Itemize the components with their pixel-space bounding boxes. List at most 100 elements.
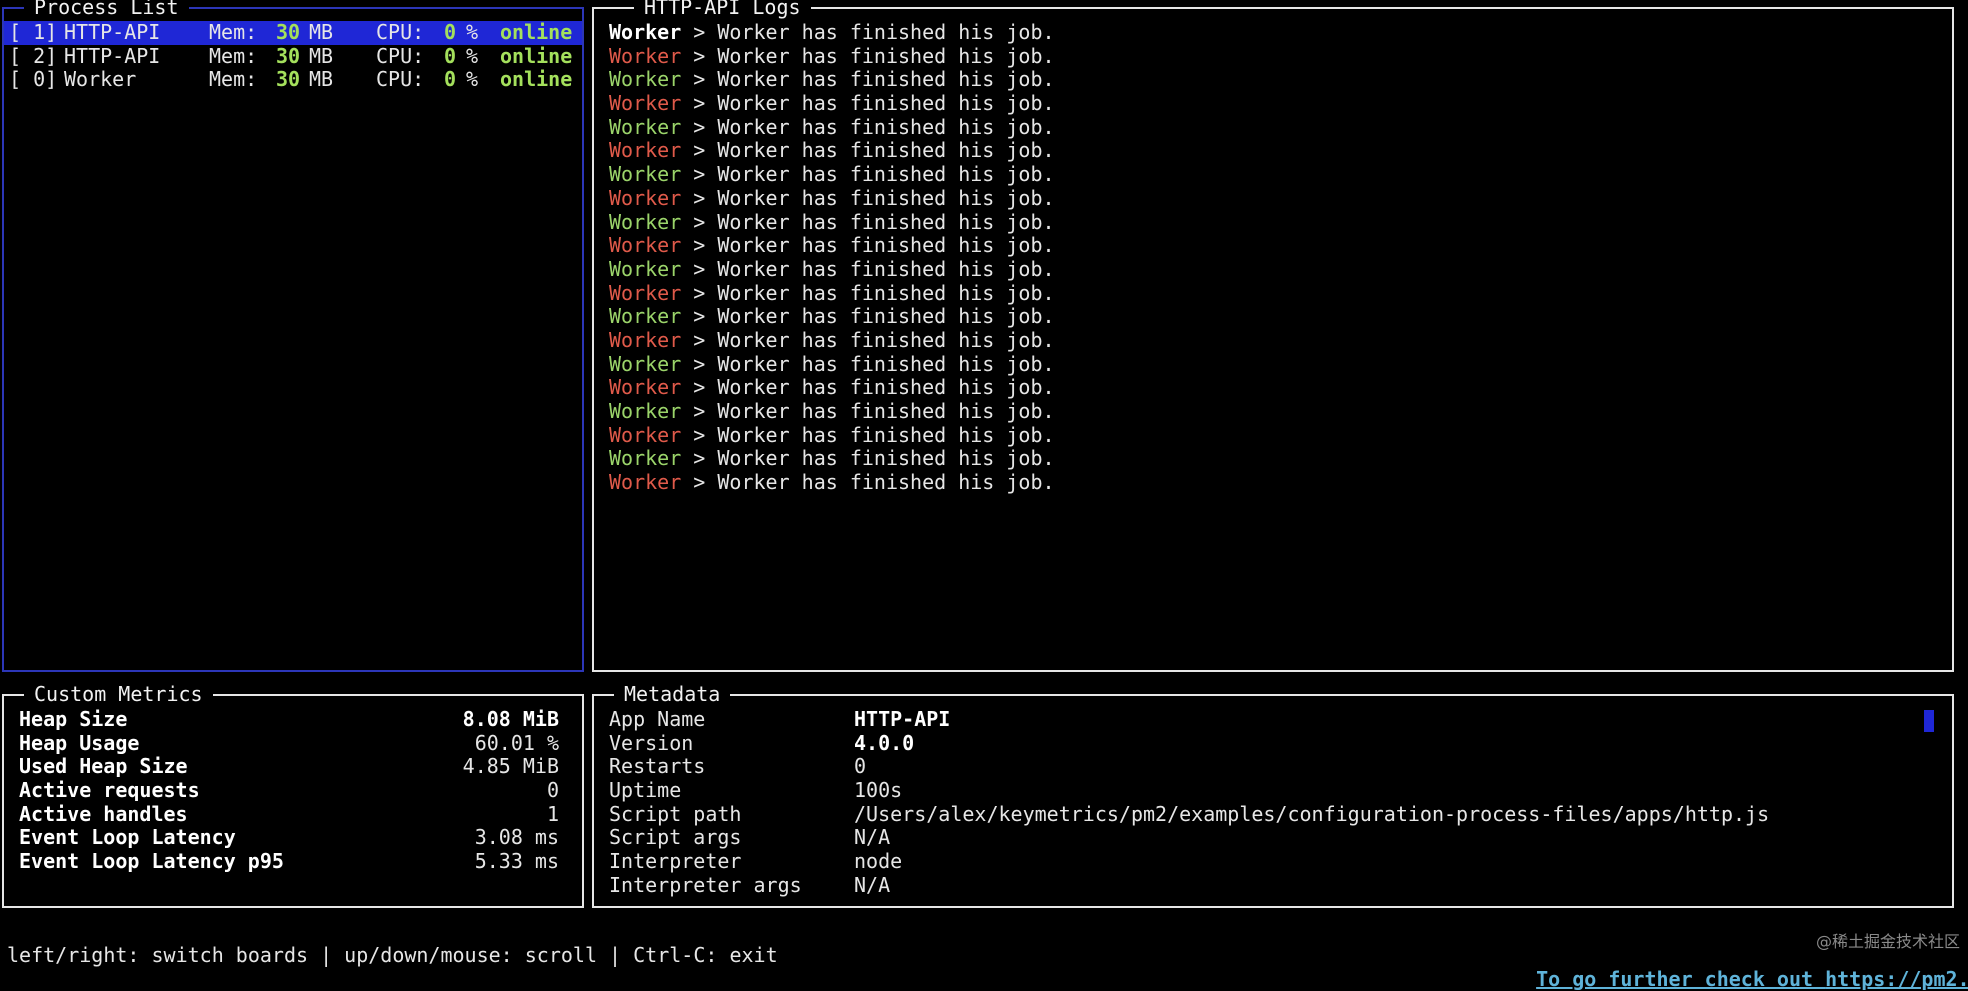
log-separator: > — [693, 422, 706, 447]
log-source: Worker — [609, 233, 682, 258]
metadata-panel[interactable]: Metadata App Name HTTP-API Version 4.0.0 Res… — [592, 682, 1954, 908]
mem-value: 30 — [276, 67, 301, 92]
log-source: Worker — [609, 470, 682, 495]
process-name: HTTP-API — [64, 20, 161, 44]
log-source: Worker — [609, 162, 682, 187]
log-separator: > — [693, 91, 706, 116]
log-separator: > — [693, 20, 706, 44]
metadata-row: Uptime 100s — [609, 778, 1809, 803]
log-source: Worker — [609, 209, 682, 234]
metadata-value: 100s — [854, 778, 903, 803]
metadata-rows: App Name HTTP-API Version 4.0.0 Restarts 0 Upt… — [609, 707, 1809, 898]
process-list-rows: [ 1] HTTP-API Mem: 30 MB CPU: 0% online[ 2] HTTP… — [4, 20, 582, 92]
metadata-row: Restarts 0 — [609, 755, 1809, 779]
log-message: Worker has finished his job. — [717, 422, 1055, 447]
metric-label: Event Loop Latency — [19, 825, 236, 850]
log-source: Worker — [609, 375, 682, 400]
mem-unit: MB — [309, 20, 334, 44]
metadata-value: HTTP-API — [854, 707, 951, 731]
log-separator: > — [693, 280, 706, 305]
process-row[interactable]: [ 0] Worker Mem: 30 MB CPU: 0% online — [4, 68, 582, 92]
log-message: Worker has finished his job. — [717, 470, 1055, 495]
log-line: Worker > Worker has finished his job. — [609, 185, 1055, 211]
promo-link[interactable]: https://pm2.io/ — [1825, 967, 1968, 991]
log-separator: > — [693, 399, 706, 423]
log-separator: > — [693, 209, 706, 234]
status-badge: online — [500, 43, 573, 68]
process-list-panel[interactable]: Process List [ 1] HTTP-API Mem: 30 MB CPU: 0% o… — [2, 0, 584, 672]
custom-metrics-panel[interactable]: Custom Metrics Heap Size 8.08 MiB Heap Usa… — [2, 682, 584, 908]
status-badge: online — [500, 20, 573, 44]
log-separator: > — [693, 185, 706, 210]
log-line: Worker > Worker has finished his job. — [609, 233, 1055, 258]
metric-row: Heap Usage 60.01 % — [19, 730, 559, 756]
metric-row: Event Loop Latency p95 5.33 ms — [19, 849, 559, 874]
log-separator: > — [693, 43, 706, 68]
metric-label: Used Heap Size — [19, 754, 188, 779]
mem-label: Mem: — [209, 43, 258, 68]
log-separator: > — [693, 375, 706, 400]
log-message: Worker has finished his job. — [717, 304, 1055, 329]
log-source: Worker — [609, 351, 682, 376]
log-message: Worker has finished his job. — [717, 256, 1055, 281]
log-source: Worker — [609, 304, 682, 329]
status-badge: online — [500, 67, 573, 92]
metadata-value: N/A — [854, 825, 891, 850]
log-message: Worker has finished his job. — [717, 20, 1055, 44]
log-line: Worker > Worker has finished his job. — [609, 209, 1055, 235]
logs-panel[interactable]: HTTP-API Logs Worker > Worker has finish… — [592, 0, 1954, 672]
metric-value: 60.01 % — [474, 730, 559, 755]
metadata-value: node — [854, 849, 903, 874]
metadata-key: Version — [609, 730, 694, 755]
metadata-key: Script path — [609, 801, 742, 826]
log-separator: > — [693, 327, 706, 352]
log-separator: > — [693, 351, 706, 376]
metadata-row: Script args N/A — [609, 826, 1809, 850]
log-message: Worker has finished his job. — [717, 67, 1055, 92]
metric-row: Used Heap Size 4.85 MiB — [19, 755, 559, 779]
scroll-cursor[interactable] — [1924, 710, 1934, 732]
metric-rows: Heap Size 8.08 MiB Heap Usage 60.01 % Used H… — [19, 707, 559, 874]
mem-unit: MB — [309, 67, 334, 92]
metadata-row: App Name HTTP-API — [609, 707, 1809, 732]
watermark: @稀土掘金技术社区 — [1815, 932, 1960, 951]
process-id: [ 1] — [9, 20, 58, 44]
mem-label: Mem: — [209, 67, 258, 92]
metadata-key: Interpreter args — [609, 872, 802, 897]
mem-unit: MB — [309, 43, 334, 68]
process-row[interactable]: [ 1] HTTP-API Mem: 30 MB CPU: 0% online — [4, 20, 582, 45]
log-source: Worker — [609, 43, 682, 68]
metric-value: 3.08 ms — [474, 825, 559, 850]
help-text: left/right: switch boards | up/down/mous… — [7, 943, 778, 967]
log-message: Worker has finished his job. — [717, 91, 1055, 116]
metric-value: 8.08 MiB — [462, 707, 559, 731]
mem-value: 30 — [276, 20, 301, 44]
log-source: Worker — [609, 114, 682, 139]
cpu-unit: % — [466, 67, 479, 92]
log-lines: Worker > Worker has finished his job. Wor… — [609, 20, 1055, 495]
log-separator: > — [693, 114, 706, 139]
cpu-label: CPU: — [376, 20, 425, 44]
metadata-title: Metadata — [614, 682, 731, 706]
mem-value: 30 — [276, 43, 301, 68]
log-source: Worker — [609, 399, 682, 423]
promo-text: To go further check out — [1536, 966, 1826, 991]
log-message: Worker has finished his job. — [717, 351, 1055, 376]
metric-value: 1 — [546, 801, 559, 826]
log-source: Worker — [609, 256, 682, 281]
log-line: Worker > Worker has finished his job. — [609, 399, 1055, 424]
metadata-key: Script args — [609, 825, 742, 850]
metadata-row: Script path/Users/alex/keymetrics/pm2/ex… — [609, 801, 1809, 827]
log-separator: > — [693, 470, 706, 495]
log-source: Worker — [609, 67, 682, 92]
log-message: Worker has finished his job. — [717, 162, 1055, 187]
log-line: Worker > Worker has finished his job. — [609, 280, 1055, 306]
log-message: Worker has finished his job. — [717, 327, 1055, 352]
metadata-row: Version 4.0.0 — [609, 730, 1809, 756]
log-message: Worker has finished his job. — [717, 233, 1055, 258]
process-row[interactable]: [ 2] HTTP-API Mem: 30 MB CPU: 0% online — [4, 43, 582, 69]
metadata-key: Interpreter — [609, 849, 742, 874]
log-separator: > — [693, 233, 706, 258]
log-separator: > — [693, 304, 706, 329]
metric-label: Heap Usage — [19, 730, 140, 755]
